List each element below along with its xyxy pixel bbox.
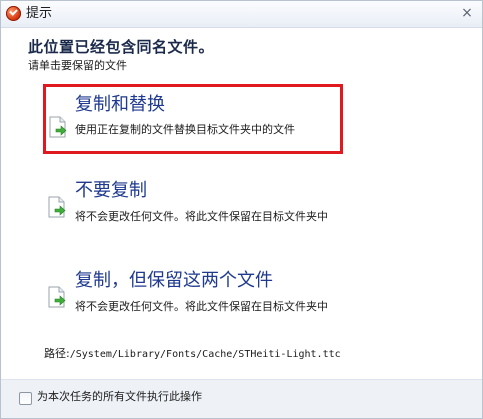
apply-to-all-checkbox[interactable] (19, 392, 32, 405)
option-title: 复制和替换 (75, 94, 165, 115)
app-logo-icon (6, 6, 21, 21)
option-description: 将不会更改任何文件。将此文件保留在目标文件夹中 (75, 300, 328, 313)
file-copy-icon (48, 286, 66, 308)
dialog-window: 提示 × 此位置已经包含同名文件。 请单击要保留的文件 复制和替换 使用正在复制… (0, 0, 483, 419)
title-bar[interactable]: 提示 × (1, 1, 482, 28)
option-title: 复制，但保留这两个文件 (75, 270, 273, 291)
dialog-heading: 此位置已经包含同名文件。 (28, 38, 215, 56)
option-title: 不要复制 (75, 180, 147, 201)
dialog-footer: 为本次任务的所有文件执行此操作 (1, 379, 482, 418)
option-description: 使用正在复制的文件替换目标文件夹中的文件 (75, 123, 295, 136)
file-copy-icon (48, 196, 66, 218)
option-dont-copy[interactable]: 不要复制 将不会更改任何文件。将此文件保留在目标文件夹中 (43, 177, 343, 247)
file-copy-icon (49, 116, 67, 138)
window-title: 提示 (26, 6, 53, 21)
file-path: 路径:/System/Library/Fonts/Cache/STHeiti-L… (44, 347, 341, 362)
close-icon[interactable]: × (458, 4, 476, 22)
option-copy-and-replace[interactable]: 复制和替换 使用正在复制的文件替换目标文件夹中的文件 (43, 84, 343, 154)
path-value: /System/Library/Fonts/Cache/STHeiti-Ligh… (69, 349, 341, 360)
option-copy-keep-both[interactable]: 复制，但保留这两个文件 将不会更改任何文件。将此文件保留在目标文件夹中 (43, 267, 343, 337)
dialog-subheading: 请单击要保留的文件 (28, 59, 127, 72)
path-label: 路径: (44, 347, 70, 360)
option-description: 将不会更改任何文件。将此文件保留在目标文件夹中 (75, 210, 328, 223)
apply-to-all-label[interactable]: 为本次任务的所有文件执行此操作 (37, 390, 202, 404)
